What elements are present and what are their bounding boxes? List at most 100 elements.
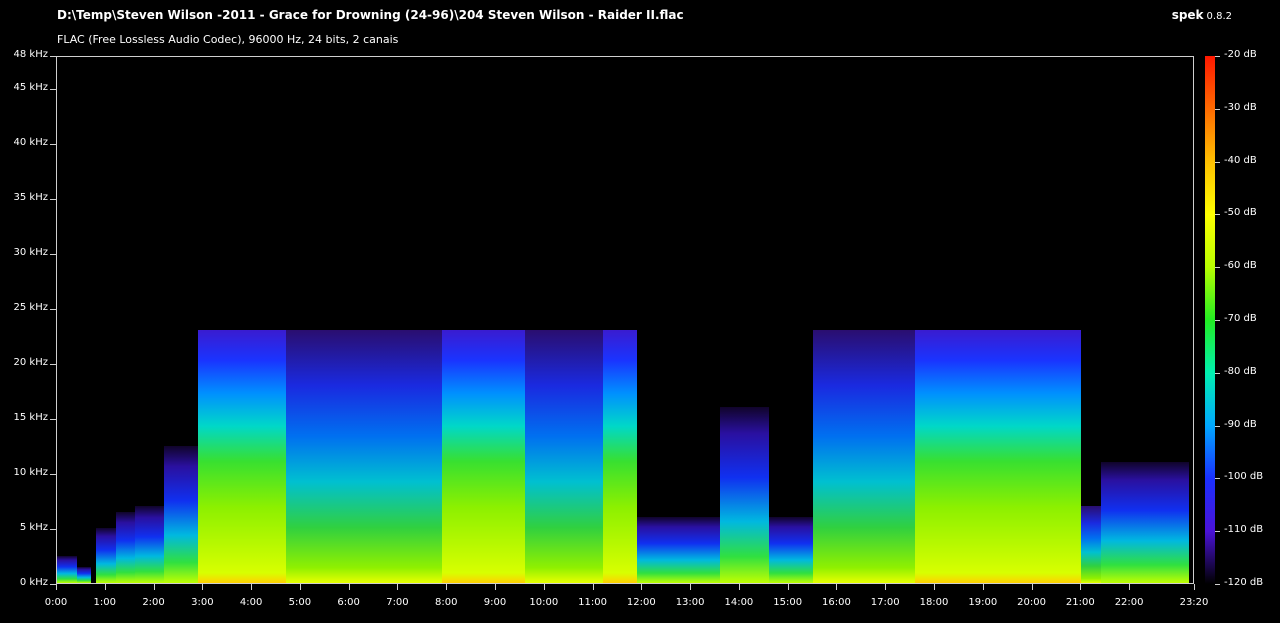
- freq-tick-label: 10 kHz: [13, 467, 48, 478]
- time-tick-mark: [934, 584, 935, 590]
- db-tick-mark: [1215, 162, 1220, 163]
- freq-tick-label: 30 kHz: [13, 247, 48, 258]
- spectrogram-plot[interactable]: [56, 56, 1194, 584]
- db-tick-mark: [1215, 373, 1220, 374]
- db-tick-mark: [1215, 478, 1220, 479]
- freq-tick-mark: [50, 89, 56, 90]
- db-tick-mark: [1215, 56, 1220, 57]
- db-tick-mark: [1215, 531, 1220, 532]
- time-tick-label: 11:00: [578, 597, 607, 608]
- time-tick-label: 10:00: [529, 597, 559, 608]
- db-colorbar: [1205, 56, 1215, 584]
- time-tick-label: 20:00: [1017, 597, 1046, 608]
- freq-tick-mark: [50, 254, 56, 255]
- time-tick-label: 21:00: [1065, 597, 1095, 608]
- time-tick-mark: [105, 584, 106, 590]
- time-tick-label: 12:00: [626, 597, 656, 608]
- db-tick-mark: [1215, 426, 1220, 427]
- time-tick-label: 22:00: [1114, 597, 1144, 608]
- time-tick-label: 15:00: [773, 597, 803, 608]
- time-tick-mark: [788, 584, 789, 590]
- time-tick-mark: [1080, 584, 1081, 590]
- time-tick-label: 17:00: [870, 597, 900, 608]
- time-tick-mark: [495, 584, 496, 590]
- time-tick-mark: [885, 584, 886, 590]
- time-tick-mark: [446, 584, 447, 590]
- time-tick-mark: [544, 584, 545, 590]
- db-tick-mark: [1215, 320, 1220, 321]
- spectrum-block: [198, 330, 287, 583]
- db-tick-label: -50 dB: [1224, 207, 1257, 219]
- freq-tick-label: 0 kHz: [19, 577, 48, 588]
- freq-tick-label: 40 kHz: [13, 137, 48, 148]
- spectrum-block: [286, 330, 443, 583]
- time-tick-mark: [300, 584, 301, 590]
- time-tick-mark: [690, 584, 691, 590]
- db-tick-label: -90 dB: [1224, 418, 1257, 430]
- time-tick-mark: [349, 584, 350, 590]
- time-tick-label: 14:00: [724, 597, 754, 608]
- time-tick-label: 9:00: [483, 597, 507, 608]
- db-tick-label: -70 dB: [1224, 313, 1257, 324]
- freq-tick-label: 25 kHz: [13, 302, 48, 313]
- time-tick-label: 7:00: [386, 597, 409, 608]
- freq-tick-label: 20 kHz: [13, 357, 48, 368]
- freq-tick-label: 45 kHz: [13, 82, 48, 93]
- freq-tick-mark: [50, 364, 56, 365]
- time-tick-label: 3:00: [191, 597, 214, 608]
- freq-tick-mark: [50, 56, 56, 57]
- time-tick-mark: [397, 584, 398, 590]
- time-tick-mark: [1032, 584, 1033, 590]
- time-tick-label: 8:00: [434, 597, 458, 608]
- db-tick-label: -40 dB: [1224, 154, 1257, 166]
- time-tick-mark: [836, 584, 837, 590]
- spectrum-block: [915, 330, 1082, 583]
- freq-tick-mark: [50, 419, 56, 420]
- db-tick-mark: [1215, 214, 1220, 215]
- spectrum-block: [603, 330, 638, 583]
- db-tick-label: -30 dB: [1224, 101, 1257, 113]
- time-tick-mark: [1194, 584, 1195, 590]
- db-tick-label: -110 dB: [1224, 524, 1264, 536]
- spectrum-block: [525, 330, 604, 583]
- file-title: D:\Temp\Steven Wilson -2011 - Grace for …: [57, 8, 684, 22]
- spectrum-block: [135, 506, 165, 583]
- spectrum-block: [442, 330, 526, 583]
- time-tick-label: 6:00: [337, 597, 360, 608]
- freq-tick-mark: [50, 529, 56, 530]
- time-tick-label: 0:00: [44, 597, 68, 608]
- time-tick-label: 2:00: [142, 597, 165, 608]
- freq-tick-mark: [50, 199, 56, 200]
- spectrum-block: [76, 566, 92, 583]
- db-tick-mark: [1215, 267, 1220, 268]
- format-info: FLAC (Free Lossless Audio Codec), 96000 …: [57, 33, 399, 46]
- db-tick-label: -80 dB: [1224, 365, 1257, 377]
- freq-tick-mark: [50, 474, 56, 475]
- db-tick-label: -20 dB: [1224, 49, 1257, 60]
- db-tick-label: -60 dB: [1224, 260, 1257, 272]
- time-tick-label: 18:00: [919, 597, 949, 608]
- freq-tick-label: 48 kHz: [13, 49, 48, 60]
- time-tick-mark: [739, 584, 740, 590]
- time-tick-label: 4:00: [239, 597, 263, 608]
- spectrum-block: [96, 528, 116, 583]
- spectrum-block: [1100, 462, 1189, 583]
- spectrum-block: [720, 407, 770, 583]
- freq-tick-label: 35 kHz: [13, 192, 48, 203]
- app-brand: spek 0.8.2: [1172, 8, 1232, 22]
- time-tick-mark: [1129, 584, 1130, 590]
- time-tick-mark: [56, 584, 57, 590]
- freq-tick-mark: [50, 309, 56, 310]
- time-tick-mark: [593, 584, 594, 590]
- db-tick-mark: [1215, 109, 1220, 110]
- time-tick-mark: [202, 584, 203, 590]
- spectrum-block: [164, 445, 199, 583]
- time-tick-mark: [641, 584, 642, 590]
- time-tick-label: 5:00: [288, 597, 312, 608]
- time-tick-label: 1:00: [93, 597, 116, 608]
- time-tick-label: 13:00: [675, 597, 705, 608]
- time-tick-label: 19:00: [968, 597, 998, 608]
- time-tick-mark: [154, 584, 155, 590]
- app-version: 0.8.2: [1206, 11, 1232, 22]
- time-tick-label: 16:00: [822, 597, 851, 608]
